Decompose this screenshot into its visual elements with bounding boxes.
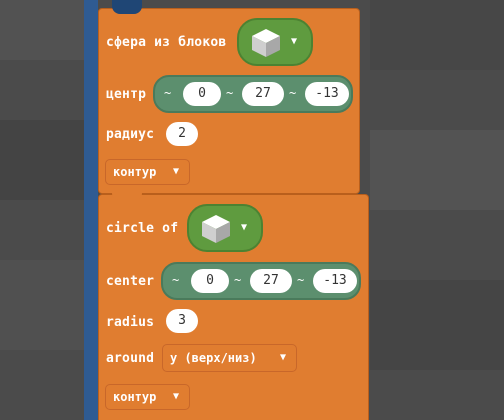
block2-axis-dropdown[interactable]: y (верх/низ) ▼	[162, 344, 297, 372]
block1-center-label: центр	[106, 87, 147, 102]
block1-mode-dropdown[interactable]: контур ▼	[105, 159, 190, 185]
block1-center-z-input[interactable]: -13	[305, 82, 349, 106]
block2-center-z-input[interactable]: -13	[313, 269, 357, 293]
block1-center-vector[interactable]: ~ 0 ~ 27 ~ -13	[153, 75, 353, 113]
block1-title: сфера из блоков	[106, 35, 227, 50]
cube-icon	[252, 29, 280, 57]
cube-icon	[202, 215, 230, 243]
background-tile	[0, 0, 84, 60]
block2-axis-value: y (верх/низ)	[170, 351, 257, 365]
tilde-icon: ~	[164, 86, 172, 100]
block2-radius-label: radius	[106, 315, 155, 330]
block2-center-x-input[interactable]: 0	[191, 269, 229, 293]
block2-center-vector[interactable]: ~ 0 ~ 27 ~ -13	[161, 262, 361, 300]
block1-radius-input[interactable]: 2	[166, 122, 198, 146]
background-tile	[370, 0, 504, 70]
background-tile	[0, 120, 84, 200]
block2-center-y-input[interactable]: 27	[250, 269, 292, 293]
block-stack-connector	[84, 0, 98, 420]
block2-around-label: around	[106, 351, 155, 366]
background-tile	[370, 280, 504, 370]
block2-radius-input[interactable]: 3	[166, 309, 198, 333]
chevron-down-icon: ▼	[291, 36, 298, 47]
block2-mode-dropdown[interactable]: контур ▼	[105, 384, 190, 410]
block1-mode-value: контур	[113, 165, 157, 179]
background-tile	[370, 130, 504, 210]
block1-radius-label: радиус	[106, 127, 155, 142]
chevron-down-icon: ▼	[241, 222, 248, 233]
block2-center-label: center	[106, 274, 155, 289]
block1-block-picker[interactable]: ▼	[237, 18, 313, 66]
chevron-down-icon: ▼	[173, 166, 180, 177]
tilde-icon: ~	[226, 86, 234, 100]
block2-mode-value: контур	[113, 390, 157, 404]
block2-title: circle of	[106, 221, 179, 236]
tilde-icon: ~	[234, 273, 242, 287]
chevron-down-icon: ▼	[280, 352, 287, 363]
block1-center-y-input[interactable]: 27	[242, 82, 284, 106]
tilde-icon: ~	[289, 86, 297, 100]
block1-center-x-input[interactable]: 0	[183, 82, 221, 106]
block2-block-picker[interactable]: ▼	[187, 204, 263, 252]
block-notch	[112, 0, 142, 14]
tilde-icon: ~	[297, 273, 305, 287]
chevron-down-icon: ▼	[173, 391, 180, 402]
tilde-icon: ~	[172, 273, 180, 287]
background-tile	[0, 260, 84, 350]
block-notch	[112, 192, 142, 200]
